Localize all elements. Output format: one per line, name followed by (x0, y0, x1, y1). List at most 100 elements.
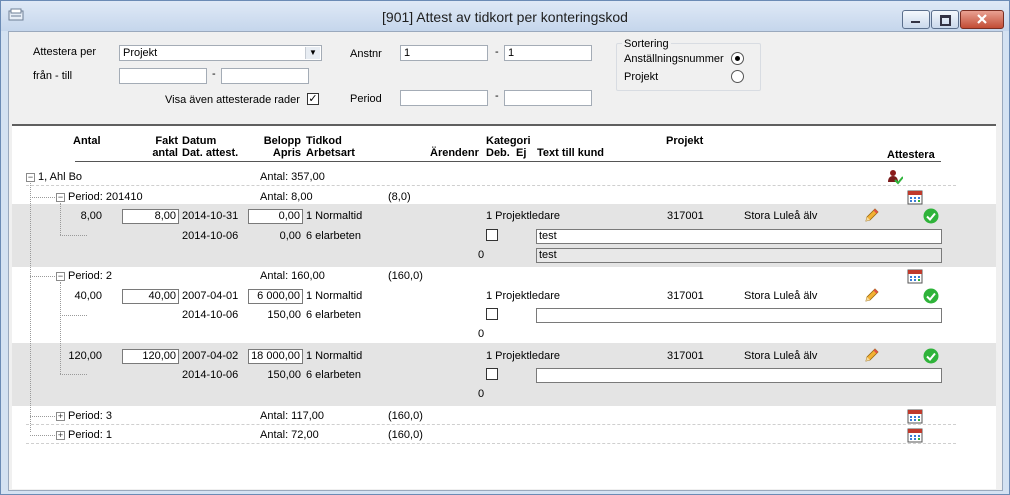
close-button[interactable] (960, 10, 1004, 29)
row3-belopp: 18 000,00 (251, 350, 300, 362)
tree-collapse-p201410[interactable]: − (56, 193, 65, 202)
row1-arendenr: 0 (478, 249, 485, 261)
row1-deb-checkbox[interactable] (486, 229, 498, 241)
tree-line (60, 315, 87, 316)
close-icon (977, 14, 987, 24)
check-circle-icon[interactable] (923, 288, 939, 304)
row2-apris: 150,00 (267, 309, 301, 321)
row1-kategori: 1 Projektledare (486, 210, 560, 222)
row2-projekt-namn: Stora Luleå älv (744, 290, 818, 302)
tree-line (30, 435, 55, 436)
fran-till-label: från - till (33, 70, 73, 82)
calendar-icon[interactable] (907, 408, 923, 424)
anstnr-from-input[interactable]: 1 (400, 45, 488, 61)
period-201410-total: Antal: 8,00 (260, 191, 313, 203)
row3-arbetsart: 6 elarbeten (306, 369, 362, 381)
pencil-icon[interactable] (863, 288, 879, 304)
row2-arbetsart: 6 elarbeten (306, 309, 362, 321)
col-attestera: Attestera (887, 149, 935, 161)
person-check-icon[interactable] (887, 169, 903, 185)
row-separator (26, 424, 956, 425)
anstnr-label: Anstnr (350, 48, 382, 60)
sort-option-anstnr-label: Anställningsnummer (624, 53, 724, 65)
row3-text-input[interactable] (536, 368, 942, 383)
date-dash: - (212, 68, 216, 80)
row2-belopp: 6 000,00 (257, 290, 300, 302)
col-antal: Antal (73, 135, 101, 147)
period-1-label: Period: 1 (68, 429, 113, 441)
tree-expand-p1[interactable]: + (56, 431, 65, 440)
period-dash: - (495, 90, 499, 102)
tree-expand-p3[interactable]: + (56, 412, 65, 421)
row2-antal: 40,00 (74, 290, 102, 302)
anstnr-from-value: 1 (404, 47, 411, 59)
tree-collapse-p2[interactable]: − (56, 272, 65, 281)
row1-fakt: 8,00 (154, 210, 176, 222)
sort-option-anstnr-radio[interactable] (731, 52, 744, 65)
period-to-input[interactable] (504, 90, 592, 106)
row3-deb-checkbox[interactable] (486, 368, 498, 380)
period-201410-sum: (8,0) (388, 191, 411, 203)
col-datum: Datum (182, 135, 217, 147)
row2-fakt-input[interactable]: 40,00 (122, 289, 179, 304)
row1-projekt-nr: 317001 (667, 210, 704, 222)
attest-per-label: Attestera per (33, 46, 96, 58)
period-2-sum: (160,0) (388, 270, 423, 282)
row3-tidkod: 1 Normaltid (306, 350, 363, 362)
checkmark-icon: ✓ (308, 93, 318, 105)
row1-arbetsart: 6 elarbeten (306, 230, 362, 242)
tree-line (60, 235, 87, 236)
attest-per-select[interactable]: Projekt ▼ (119, 45, 322, 61)
col-kategori: Kategori (486, 135, 531, 147)
calendar-icon[interactable] (907, 189, 923, 205)
maximize-icon (940, 15, 951, 26)
pencil-icon[interactable] (863, 348, 879, 364)
minimize-button[interactable] (902, 10, 930, 29)
period-3-label: Period: 3 (68, 410, 113, 422)
row1-belopp: 0,00 (278, 210, 300, 222)
calendar-icon[interactable] (907, 268, 923, 284)
tree-line (30, 276, 55, 277)
minimize-icon (911, 21, 920, 23)
row2-belopp-input[interactable]: 6 000,00 (248, 289, 303, 304)
sort-option-projekt-radio[interactable] (731, 70, 744, 83)
date-from-input[interactable] (119, 68, 207, 84)
row1-text-input[interactable]: test (536, 229, 942, 244)
row2-text-input[interactable] (536, 308, 942, 323)
row3-kategori: 1 Projektledare (486, 350, 560, 362)
maximize-button[interactable] (931, 10, 959, 29)
row3-dat-attest: 2014-10-06 (182, 369, 239, 381)
tree-line (60, 374, 87, 375)
title-bar: [901] Attest av tidkort per konteringsko… (1, 1, 1009, 31)
row1-belopp-input[interactable]: 0,00 (248, 209, 303, 224)
row1-apris: 0,00 (279, 230, 301, 242)
check-circle-icon[interactable] (923, 208, 939, 224)
row3-fakt-input[interactable]: 120,00 (122, 349, 179, 364)
anstnr-to-input[interactable]: 1 (504, 45, 592, 61)
chevron-down-icon: ▼ (305, 47, 320, 59)
tree-line (30, 416, 55, 417)
period-1-sum: (160,0) (388, 429, 423, 441)
col-arendenr: Ärendenr (430, 147, 479, 159)
attest-per-value: Projekt (123, 47, 158, 59)
date-to-input[interactable] (221, 68, 309, 84)
pencil-icon[interactable] (863, 208, 879, 224)
period-2-total: Antal: 160,00 (260, 270, 325, 282)
check-circle-icon[interactable] (923, 348, 939, 364)
calendar-icon[interactable] (907, 427, 923, 443)
period-from-input[interactable] (400, 90, 488, 106)
period-3-total: Antal: 117,00 (260, 410, 325, 422)
row2-arendenr: 0 (478, 328, 485, 340)
row1-fakt-input[interactable]: 8,00 (122, 209, 179, 224)
row3-belopp-input[interactable]: 18 000,00 (248, 349, 303, 364)
sorting-group (616, 43, 761, 91)
col-fakt-antal: antal (152, 147, 178, 159)
row1-antal: 8,00 (80, 210, 102, 222)
row2-deb-checkbox[interactable] (486, 308, 498, 320)
header-divider (75, 161, 941, 162)
tree-line (30, 197, 55, 198)
row-separator (26, 443, 956, 444)
tree-collapse-person[interactable]: − (26, 173, 35, 182)
show-attested-checkbox[interactable]: ✓ (307, 93, 319, 105)
row1-datum: 2014-10-31 (182, 210, 239, 222)
